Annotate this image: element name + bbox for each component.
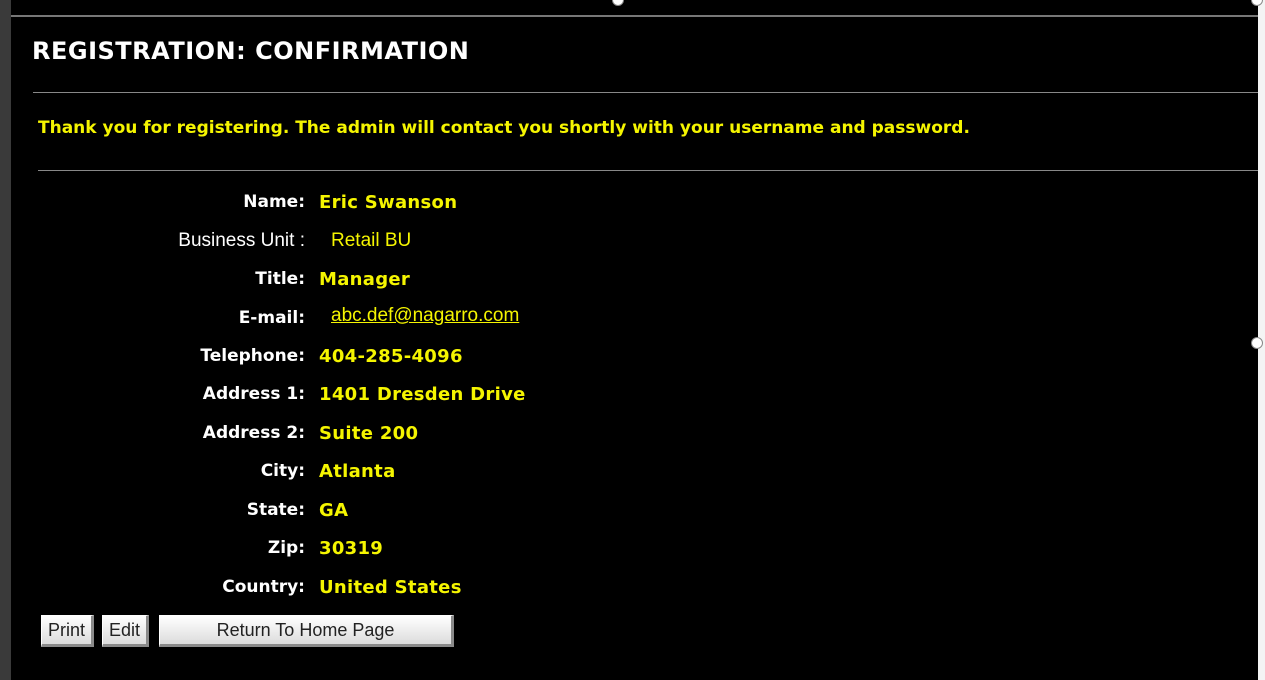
top-divider: [11, 15, 1258, 17]
title-divider: [33, 92, 1258, 93]
field-business-unit: Business Unit : Retail BU: [0, 230, 700, 268]
field-title: Title: Manager: [0, 269, 700, 307]
state-value: GA: [319, 500, 349, 521]
field-address1: Address 1: 1401 Dresden Drive: [0, 384, 700, 422]
edit-button[interactable]: Edit: [102, 615, 149, 647]
title-value: Manager: [319, 269, 411, 290]
field-email: E-mail: abc.def@nagarro.com: [0, 305, 700, 343]
zip-value: 30319: [319, 538, 384, 559]
resize-handle-top[interactable]: [612, 0, 624, 6]
field-zip: Zip: 30319: [0, 538, 700, 576]
field-name: Name: Eric Swanson: [0, 192, 700, 230]
name-value: Eric Swanson: [319, 192, 458, 213]
page-title: REGISTRATION: CONFIRMATION: [32, 37, 470, 65]
zip-label: Zip:: [267, 538, 305, 558]
city-label: City:: [260, 461, 305, 481]
address1-value: 1401 Dresden Drive: [319, 384, 526, 405]
city-value: Atlanta: [319, 461, 396, 482]
country-value: United States: [319, 577, 462, 598]
resize-handle-right[interactable]: [1251, 337, 1263, 349]
name-label: Name:: [243, 192, 305, 212]
message-divider: [38, 170, 1258, 171]
country-label: Country:: [222, 577, 305, 597]
return-home-button[interactable]: Return To Home Page: [159, 615, 454, 647]
field-state: State: GA: [0, 500, 700, 538]
field-telephone: Telephone: 404-285-4096: [0, 346, 700, 384]
confirmation-message: Thank you for registering. The admin wil…: [38, 118, 970, 138]
business-unit-value: Retail BU: [331, 230, 412, 251]
title-label: Title:: [255, 269, 305, 289]
field-address2: Address 2: Suite 200: [0, 423, 700, 461]
telephone-value: 404-285-4096: [319, 346, 463, 367]
print-button[interactable]: Print: [41, 615, 94, 647]
telephone-label: Telephone:: [200, 346, 305, 366]
address1-label: Address 1:: [202, 384, 305, 404]
email-label: E-mail:: [238, 308, 305, 328]
field-country: Country: United States: [0, 577, 700, 615]
email-link[interactable]: abc.def@nagarro.com: [331, 305, 519, 327]
address2-value: Suite 200: [319, 423, 419, 444]
business-unit-label: Business Unit :: [178, 230, 305, 251]
state-label: State:: [246, 500, 305, 520]
address2-label: Address 2:: [202, 423, 305, 443]
field-city: City: Atlanta: [0, 461, 700, 499]
